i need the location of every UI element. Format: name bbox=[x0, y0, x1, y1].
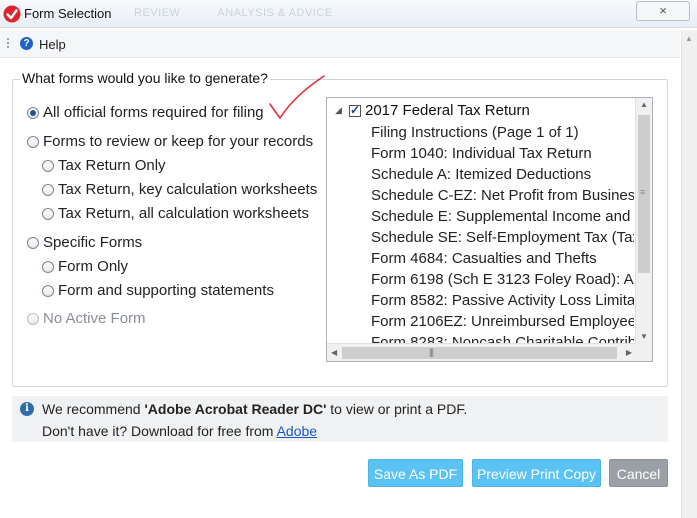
radio-label: Tax Return, key calculation worksheets bbox=[58, 181, 318, 198]
tree-item[interactable]: Form 8582: Passive Activity Loss Limita bbox=[371, 290, 634, 311]
close-button[interactable]: × bbox=[636, 1, 690, 21]
tree-item[interactable]: Schedule E: Supplemental Income and Loss bbox=[371, 206, 634, 227]
save-as-pdf-button[interactable]: Save As PDF bbox=[368, 459, 463, 487]
tree-root-node[interactable]: ◢ 2017 Federal Tax Return bbox=[335, 102, 530, 119]
cancel-button[interactable]: Cancel bbox=[609, 459, 668, 487]
horizontal-scroll-thumb[interactable] bbox=[342, 347, 617, 359]
tree-horizontal-scrollbar[interactable]: ◀ ||| ▶ bbox=[327, 343, 636, 361]
help-icon[interactable]: ? bbox=[20, 37, 33, 50]
tree-item[interactable]: Schedule C-EZ: Net Profit from Business bbox=[371, 185, 634, 206]
radio-label: Form Only bbox=[58, 258, 129, 275]
radio-button[interactable] bbox=[27, 236, 39, 249]
background-tabs: REVIEW ANALYSIS & ADVICE bbox=[134, 7, 367, 19]
tree-item[interactable]: Form 2106EZ: Unreimbursed Employee bbox=[371, 311, 634, 332]
tree-item[interactable]: Form 6198 (Sch E 3123 Foley Road): At bbox=[371, 269, 634, 290]
radio-button[interactable] bbox=[42, 260, 54, 273]
app-checkmark-icon bbox=[3, 5, 21, 23]
radio-tax-return-all[interactable]: Tax Return, all calculation worksheets bbox=[42, 205, 309, 222]
tree-vertical-scrollbar[interactable]: ▲ ≡ ▼ bbox=[635, 98, 652, 344]
forms-tree[interactable]: ◢ 2017 Federal Tax Return Filing Instruc… bbox=[326, 97, 653, 362]
radio-button bbox=[27, 312, 39, 325]
info-download-text: Don't have it? Download for free from Ad… bbox=[42, 423, 317, 439]
adobe-download-link[interactable]: Adobe bbox=[277, 423, 317, 439]
tree-item[interactable]: Form 1040: Individual Tax Return bbox=[371, 143, 634, 164]
tree-item[interactable]: Filing Instructions (Page 1 of 1) bbox=[371, 122, 634, 143]
background-tab-analysis: ANALYSIS & ADVICE bbox=[217, 7, 333, 19]
info-text: to view or print a PDF. bbox=[326, 401, 468, 417]
toolbar-grip bbox=[7, 38, 9, 50]
close-icon: × bbox=[659, 3, 667, 18]
form-options-legend: What forms would you like to generate? bbox=[20, 70, 270, 86]
radio-all-official[interactable]: All official forms required for filing bbox=[27, 104, 264, 121]
radio-button[interactable] bbox=[42, 207, 54, 220]
radio-button[interactable] bbox=[27, 135, 39, 148]
reader-name: 'Adobe Acrobat Reader DC' bbox=[144, 401, 327, 417]
scroll-up-arrow-icon[interactable]: ▲ bbox=[685, 34, 693, 43]
scroll-left-arrow-icon[interactable]: ◀ bbox=[331, 348, 337, 357]
scrollbar-corner bbox=[635, 343, 652, 361]
radio-form-supporting[interactable]: Form and supporting statements bbox=[42, 282, 274, 299]
window-title: Form Selection bbox=[24, 6, 112, 21]
tree-root-label: 2017 Federal Tax Return bbox=[365, 102, 530, 119]
scroll-down-arrow-icon[interactable]: ▼ bbox=[640, 332, 648, 341]
radio-no-active-form: No Active Form bbox=[27, 310, 146, 327]
tree-item[interactable]: Schedule A: Itemized Deductions bbox=[371, 164, 634, 185]
radio-label: Tax Return Only bbox=[58, 157, 166, 174]
background-tab-review: REVIEW bbox=[134, 7, 181, 19]
radio-label: No Active Form bbox=[43, 310, 146, 327]
preview-print-copy-button[interactable]: Preview Print Copy bbox=[472, 459, 601, 487]
radio-button[interactable] bbox=[42, 284, 54, 297]
radio-button[interactable] bbox=[42, 159, 54, 172]
tree-root-checkbox[interactable] bbox=[349, 103, 361, 117]
scroll-up-arrow-icon[interactable]: ▲ bbox=[640, 100, 648, 109]
scroll-right-arrow-icon[interactable]: ▶ bbox=[626, 348, 632, 357]
radio-tax-return-only[interactable]: Tax Return Only bbox=[42, 157, 166, 174]
radio-label: Tax Return, all calculation worksheets bbox=[58, 205, 309, 222]
pdf-info-panel: i We recommend 'Adobe Acrobat Reader DC'… bbox=[12, 396, 668, 442]
menu-bar: ? Help bbox=[0, 30, 680, 58]
title-bar: Form Selection REVIEW ANALYSIS & ADVICE … bbox=[0, 0, 697, 28]
scroll-grip-icon: ||| bbox=[429, 347, 434, 357]
scroll-grip-icon: ≡ bbox=[640, 187, 646, 197]
radio-form-only[interactable]: Form Only bbox=[42, 258, 128, 275]
radio-specific-forms[interactable]: Specific Forms bbox=[27, 234, 142, 251]
radio-label: All official forms required for filing bbox=[43, 104, 264, 121]
radio-label: Form and supporting statements bbox=[58, 282, 274, 299]
info-recommend-text: We recommend 'Adobe Acrobat Reader DC' t… bbox=[42, 401, 467, 417]
window-scrollbar[interactable]: ▲ bbox=[681, 30, 697, 518]
radio-button[interactable] bbox=[27, 106, 39, 119]
info-text: Don't have it? Download for free from bbox=[42, 423, 277, 439]
radio-label: Specific Forms bbox=[43, 234, 143, 251]
info-text: We recommend bbox=[42, 401, 145, 417]
radio-button[interactable] bbox=[42, 183, 54, 196]
radio-review-keep[interactable]: Forms to review or keep for your records bbox=[27, 133, 313, 150]
tree-items: Filing Instructions (Page 1 of 1) Form 1… bbox=[371, 122, 634, 353]
info-icon: i bbox=[20, 402, 34, 416]
radio-tax-return-key[interactable]: Tax Return, key calculation worksheets bbox=[42, 181, 317, 198]
help-menu-item[interactable]: Help bbox=[39, 37, 66, 52]
radio-label: Forms to review or keep for your records bbox=[43, 133, 314, 150]
tree-item[interactable]: Schedule SE: Self-Employment Tax (Tax bbox=[371, 227, 634, 248]
tree-item[interactable]: Form 4684: Casualties and Thefts bbox=[371, 248, 634, 269]
collapse-triangle-icon[interactable]: ◢ bbox=[335, 105, 349, 116]
handwritten-checkmark-icon bbox=[269, 75, 325, 120]
